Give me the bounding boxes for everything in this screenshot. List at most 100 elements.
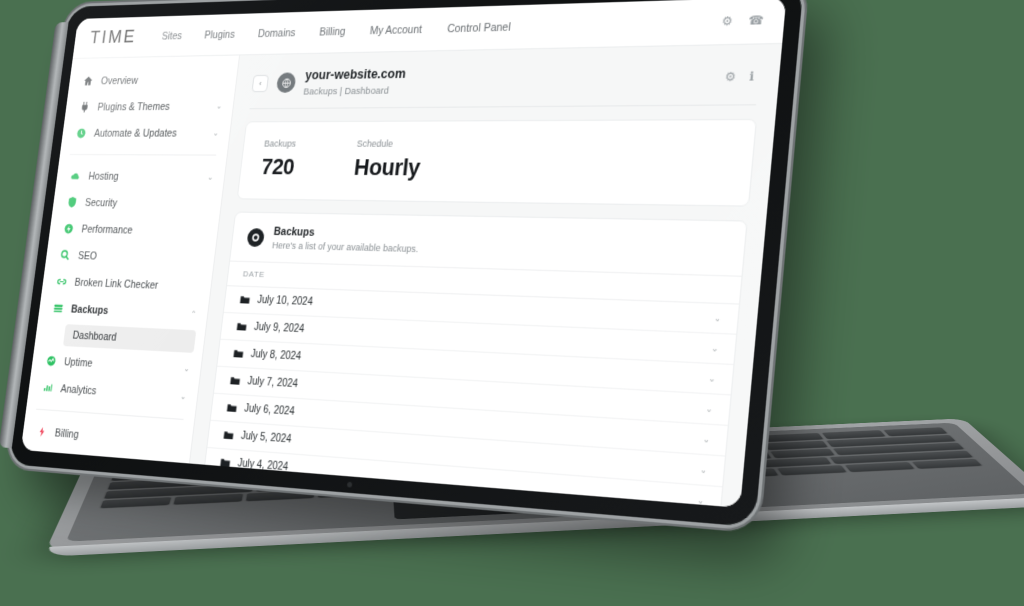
automate-icon (76, 127, 86, 138)
page-title: your-website.com (304, 66, 407, 83)
breadcrumb: Backups | Dashboard (303, 84, 405, 98)
key (245, 490, 314, 502)
settings-icon[interactable]: ⚙ (724, 69, 736, 84)
site-header: ‹ your-website.com Backups | Dashboard ⚙… (234, 44, 783, 108)
sidebar-item-label: Broken Link Checker (73, 276, 159, 292)
sidebar-item-label: Uptime (63, 355, 94, 370)
backups-list-subtitle: Here's a list of your available backups. (271, 239, 419, 254)
gear-icon[interactable]: ⚙ (721, 14, 733, 29)
sidebar-item-label: Billing (54, 426, 80, 441)
sidebar-item-automate-updates[interactable]: Automate & Updates ⌄ (61, 119, 231, 146)
analytics-icon (43, 383, 53, 392)
top-bar-icons: ⚙ ☎ (721, 13, 765, 29)
support-icon[interactable]: ☎ (748, 13, 765, 28)
breadcrumb-current: Dashboard (343, 84, 390, 97)
chevron-down-icon[interactable]: ⌄ (697, 494, 706, 505)
sidebar-item-plugins-themes[interactable]: Plugins & Themes ⌄ (64, 92, 234, 120)
key (844, 461, 915, 472)
sidebar-item-hosting[interactable]: Hosting ⌄ (55, 163, 225, 191)
chevron-down-icon[interactable]: ⌄ (708, 373, 717, 384)
reports-icon (34, 454, 41, 464)
topnav-item-my-account[interactable]: My Account (369, 23, 422, 37)
sidebar-item-label: SEO (77, 249, 98, 263)
chevron-down-icon: ⌄ (183, 363, 191, 374)
chevron-down-icon: ⌄ (212, 128, 220, 138)
sidebar-item-overview[interactable]: Overview (68, 65, 238, 94)
globe-icon (280, 77, 291, 88)
sidebar-item-backups[interactable]: Backups ⌃ (38, 294, 209, 328)
front-camera (346, 481, 353, 488)
backups-table: July 10, 2024 ⌄ July 9, 2024 ⌄ July 8, 2024 ⌄… (190, 285, 739, 508)
brand-logo[interactable]: TIME (89, 26, 138, 48)
sidebar-item-label: Performance (80, 223, 134, 237)
chevron-down-icon: ⌄ (179, 391, 187, 402)
chevron-down-icon[interactable]: ⌄ (711, 343, 720, 354)
stat-schedule: Schedule Hourly (353, 138, 423, 181)
app-body: Overview Plugins & Themes ⌄ Automate & U… (20, 44, 783, 508)
topnav-item-control-panel[interactable]: Control Panel (447, 21, 512, 35)
stat-label: Backups (263, 138, 297, 149)
sidebar-item-label: Security (84, 196, 118, 209)
chevron-down-icon: ⌄ (215, 101, 223, 111)
stats-row: Backups 720 Schedule Hourly (238, 120, 756, 205)
seo-icon (59, 249, 71, 262)
sidebar-item-label: Overview (100, 74, 139, 87)
backups-icon (53, 305, 63, 313)
shield-icon (67, 196, 77, 208)
sidebar-item-label: Automate & Updates (93, 127, 178, 140)
topnav-item-billing[interactable]: Billing (319, 25, 346, 38)
stat-backups: Backups 720 (260, 138, 298, 180)
main-content: ‹ your-website.com Backups | Dashboard ⚙… (189, 44, 783, 508)
site-header-actions: ⚙ ℹ (724, 69, 755, 84)
app-window: TIME Sites Plugins Domains Billing My Ac… (20, 0, 787, 508)
topnav-item-plugins[interactable]: Plugins (204, 28, 236, 41)
back-button[interactable]: ‹ (251, 74, 269, 92)
folder-icon (233, 349, 244, 358)
sidebar-divider (69, 154, 217, 156)
backups-list-title: Backups (273, 225, 316, 239)
folder-icon (226, 404, 237, 412)
device-scene: TIME Sites Plugins Domains Billing My Ac… (0, 0, 1024, 606)
key (911, 458, 982, 469)
cloud-backup-icon (251, 233, 260, 242)
folder-icon (220, 458, 231, 467)
uptime-icon (47, 355, 56, 366)
sidebar-item-label: Plugins & Themes (96, 100, 171, 113)
chevron-down-icon[interactable]: ⌄ (702, 433, 711, 444)
folder-icon (236, 322, 247, 331)
cloud-icon (70, 173, 80, 180)
folder-icon (223, 431, 234, 440)
chevron-down-icon[interactable]: ⌄ (699, 464, 708, 475)
topnav-item-domains[interactable]: Domains (257, 27, 296, 40)
folder-icon (230, 376, 241, 385)
breadcrumb-separator: | (339, 85, 343, 97)
link-icon (57, 279, 67, 286)
info-icon[interactable]: ℹ (749, 69, 755, 84)
chevron-up-icon: ⌃ (189, 309, 198, 319)
backups-list-text: Backups Here's a list of your available … (272, 225, 421, 254)
screenshot-stage: TIME Sites Plugins Domains Billing My Ac… (0, 0, 1024, 606)
topnav-item-sites[interactable]: Sites (161, 30, 183, 42)
plug-icon (81, 101, 89, 113)
home-icon (83, 76, 93, 86)
sidebar-item-label: Backups (70, 302, 109, 317)
key (100, 496, 172, 509)
breadcrumb-parent[interactable]: Backups (303, 86, 338, 98)
folder-icon (240, 295, 250, 304)
backups-badge-icon (246, 227, 266, 247)
chevron-down-icon[interactable]: ⌄ (705, 403, 714, 414)
stat-label: Schedule (356, 138, 394, 149)
sidebar-item-label: Analytics (59, 382, 98, 397)
chevron-down-icon[interactable]: ⌄ (713, 313, 722, 324)
backups-card: Backups Here's a list of your available … (189, 211, 748, 508)
top-navigation: Sites Plugins Domains Billing My Account… (161, 21, 511, 42)
site-favicon (275, 72, 297, 94)
sidebar-item-label: Reports (50, 453, 84, 464)
stat-value: Hourly (352, 153, 422, 181)
sidebar-item-label: Hosting (87, 170, 120, 183)
chevron-down-icon: ⌄ (206, 172, 214, 182)
sidebar-item-security[interactable]: Security (52, 189, 223, 218)
key (173, 493, 243, 505)
speed-icon (64, 223, 74, 234)
sidebar-divider (36, 408, 184, 420)
